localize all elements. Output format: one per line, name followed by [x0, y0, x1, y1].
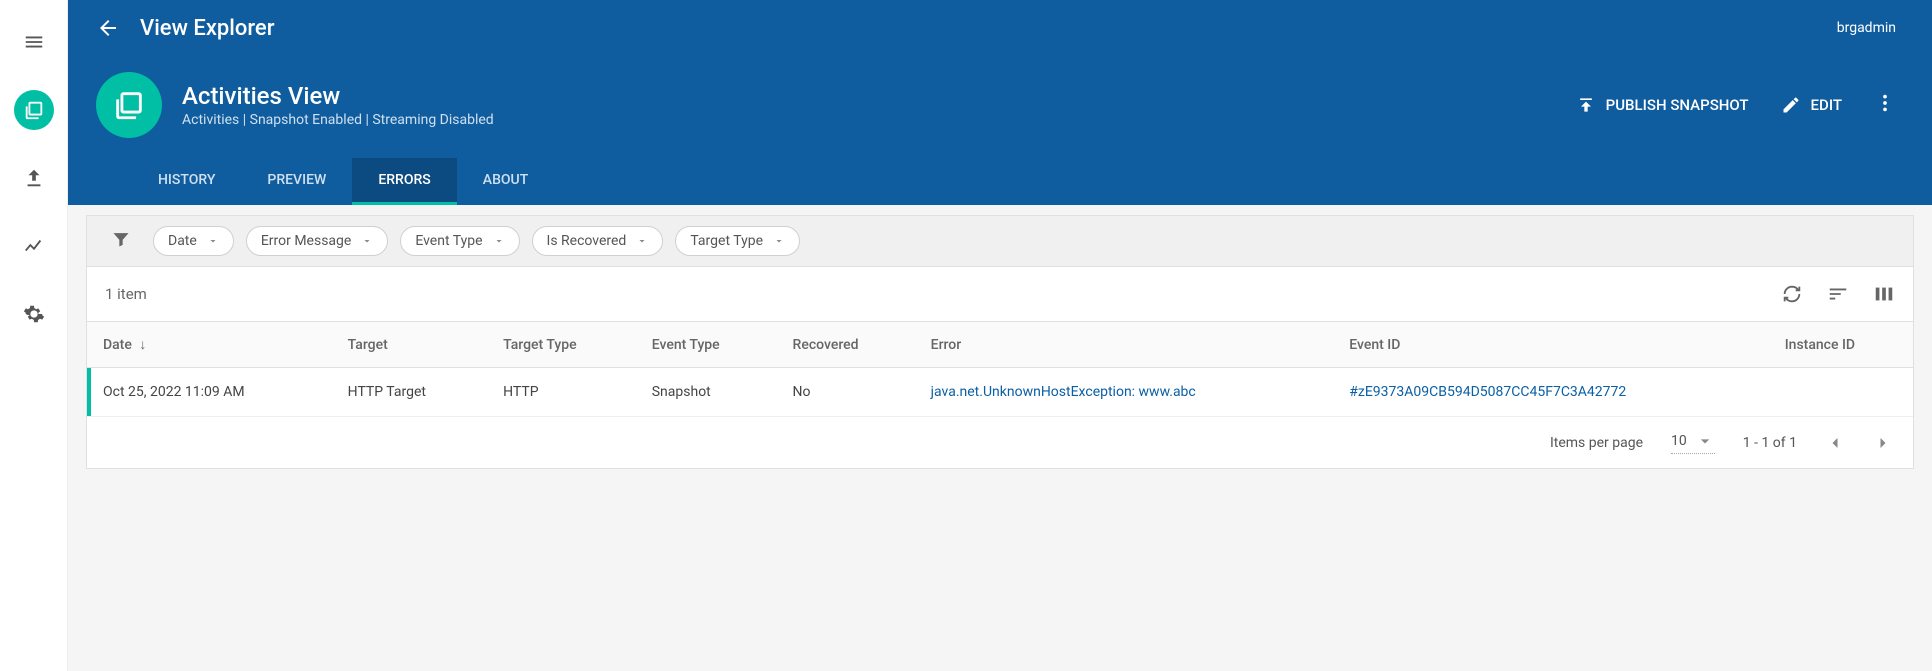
publish-snapshot-button[interactable]: PUBLISH SNAPSHOT	[1576, 95, 1749, 115]
current-user[interactable]: brgadmin	[1837, 20, 1904, 36]
chevron-down-icon	[636, 235, 648, 247]
more-menu-icon[interactable]	[1874, 92, 1896, 118]
errors-table: Date ↓ Target Target Type Event Type Rec…	[87, 321, 1913, 417]
tab-bar: HISTORY PREVIEW ERRORS ABOUT	[96, 158, 1904, 205]
cell-recovered: No	[777, 368, 915, 417]
col-date[interactable]: Date ↓	[87, 322, 332, 368]
refresh-icon[interactable]	[1781, 283, 1803, 305]
left-nav-rail	[0, 0, 68, 671]
cell-instance-id	[1769, 368, 1913, 417]
chevron-down-icon	[1695, 431, 1715, 451]
hamburger-icon[interactable]	[14, 22, 54, 62]
chevron-down-icon	[207, 235, 219, 247]
sort-desc-icon: ↓	[139, 337, 146, 353]
prev-page-icon[interactable]	[1825, 433, 1845, 453]
view-meta: Activities | Snapshot Enabled | Streamin…	[182, 112, 1576, 128]
chip-label: Is Recovered	[547, 233, 627, 249]
page-size-value: 10	[1671, 433, 1687, 449]
edit-label: EDIT	[1811, 96, 1842, 114]
chip-label: Target Type	[690, 233, 763, 249]
col-event-type[interactable]: Event Type	[636, 322, 777, 368]
tab-history[interactable]: HISTORY	[132, 158, 241, 205]
filter-chip-target-type[interactable]: Target Type	[675, 226, 800, 256]
item-count: 1 item	[105, 285, 1781, 303]
col-event-id[interactable]: Event ID	[1333, 322, 1768, 368]
cell-event-type: Snapshot	[636, 368, 777, 417]
tab-errors[interactable]: ERRORS	[352, 158, 456, 205]
views-icon[interactable]	[14, 90, 54, 130]
row-status-indicator	[87, 368, 91, 416]
filter-chip-error-message[interactable]: Error Message	[246, 226, 389, 256]
cell-event-id-link[interactable]: #zE9373A09CB594D5087CC45F7C3A42772	[1349, 384, 1626, 400]
col-instance-id[interactable]: Instance ID	[1769, 322, 1913, 368]
chevron-down-icon	[361, 235, 373, 247]
section-title: View Explorer	[140, 16, 1837, 41]
edit-button[interactable]: EDIT	[1781, 95, 1842, 115]
upload-icon[interactable]	[14, 158, 54, 198]
tab-about[interactable]: ABOUT	[457, 158, 554, 205]
columns-icon[interactable]	[1873, 283, 1895, 305]
chevron-down-icon	[493, 235, 505, 247]
publish-icon	[1576, 95, 1596, 115]
next-page-icon[interactable]	[1873, 433, 1893, 453]
back-arrow-icon[interactable]	[96, 16, 120, 40]
filter-chip-event-type[interactable]: Event Type	[400, 226, 519, 256]
filter-icon[interactable]	[111, 229, 131, 253]
chip-label: Date	[168, 233, 197, 249]
col-target[interactable]: Target	[332, 322, 487, 368]
col-error[interactable]: Error	[915, 322, 1334, 368]
cell-date: Oct 25, 2022 11:09 AM	[103, 384, 245, 400]
pagination: Items per page 10 1 - 1 of 1	[87, 417, 1913, 468]
col-target-type[interactable]: Target Type	[487, 322, 636, 368]
tab-preview[interactable]: PREVIEW	[241, 158, 352, 205]
filter-chip-date[interactable]: Date	[153, 226, 234, 256]
content-area: Date Error Message Event Type Is Recover…	[68, 205, 1932, 671]
filter-bar: Date Error Message Event Type Is Recover…	[86, 215, 1914, 266]
pencil-icon	[1781, 95, 1801, 115]
filter-chip-is-recovered[interactable]: Is Recovered	[532, 226, 664, 256]
cell-target: HTTP Target	[332, 368, 487, 417]
chevron-down-icon	[773, 235, 785, 247]
chart-line-icon[interactable]	[14, 226, 54, 266]
cell-error-link[interactable]: java.net.UnknownHostException: www.abc	[931, 384, 1196, 400]
publish-label: PUBLISH SNAPSHOT	[1606, 96, 1749, 114]
chip-label: Error Message	[261, 233, 352, 249]
gear-icon[interactable]	[14, 294, 54, 334]
col-recovered[interactable]: Recovered	[777, 322, 915, 368]
sort-icon[interactable]	[1827, 283, 1849, 305]
page-header: View Explorer brgadmin Activities View A…	[68, 0, 1932, 205]
table-row[interactable]: Oct 25, 2022 11:09 AM HTTP Target HTTP S…	[87, 368, 1913, 417]
chip-label: Event Type	[415, 233, 482, 249]
page-range: 1 - 1 of 1	[1743, 435, 1797, 451]
items-per-page-label: Items per page	[1550, 435, 1643, 451]
page-size-select[interactable]: 10	[1671, 431, 1715, 454]
view-type-icon	[96, 72, 162, 138]
col-label: Date	[103, 337, 132, 353]
errors-panel: 1 item Date ↓ Target	[86, 266, 1914, 469]
cell-target-type: HTTP	[487, 368, 636, 417]
view-name: Activities View	[182, 82, 1576, 110]
